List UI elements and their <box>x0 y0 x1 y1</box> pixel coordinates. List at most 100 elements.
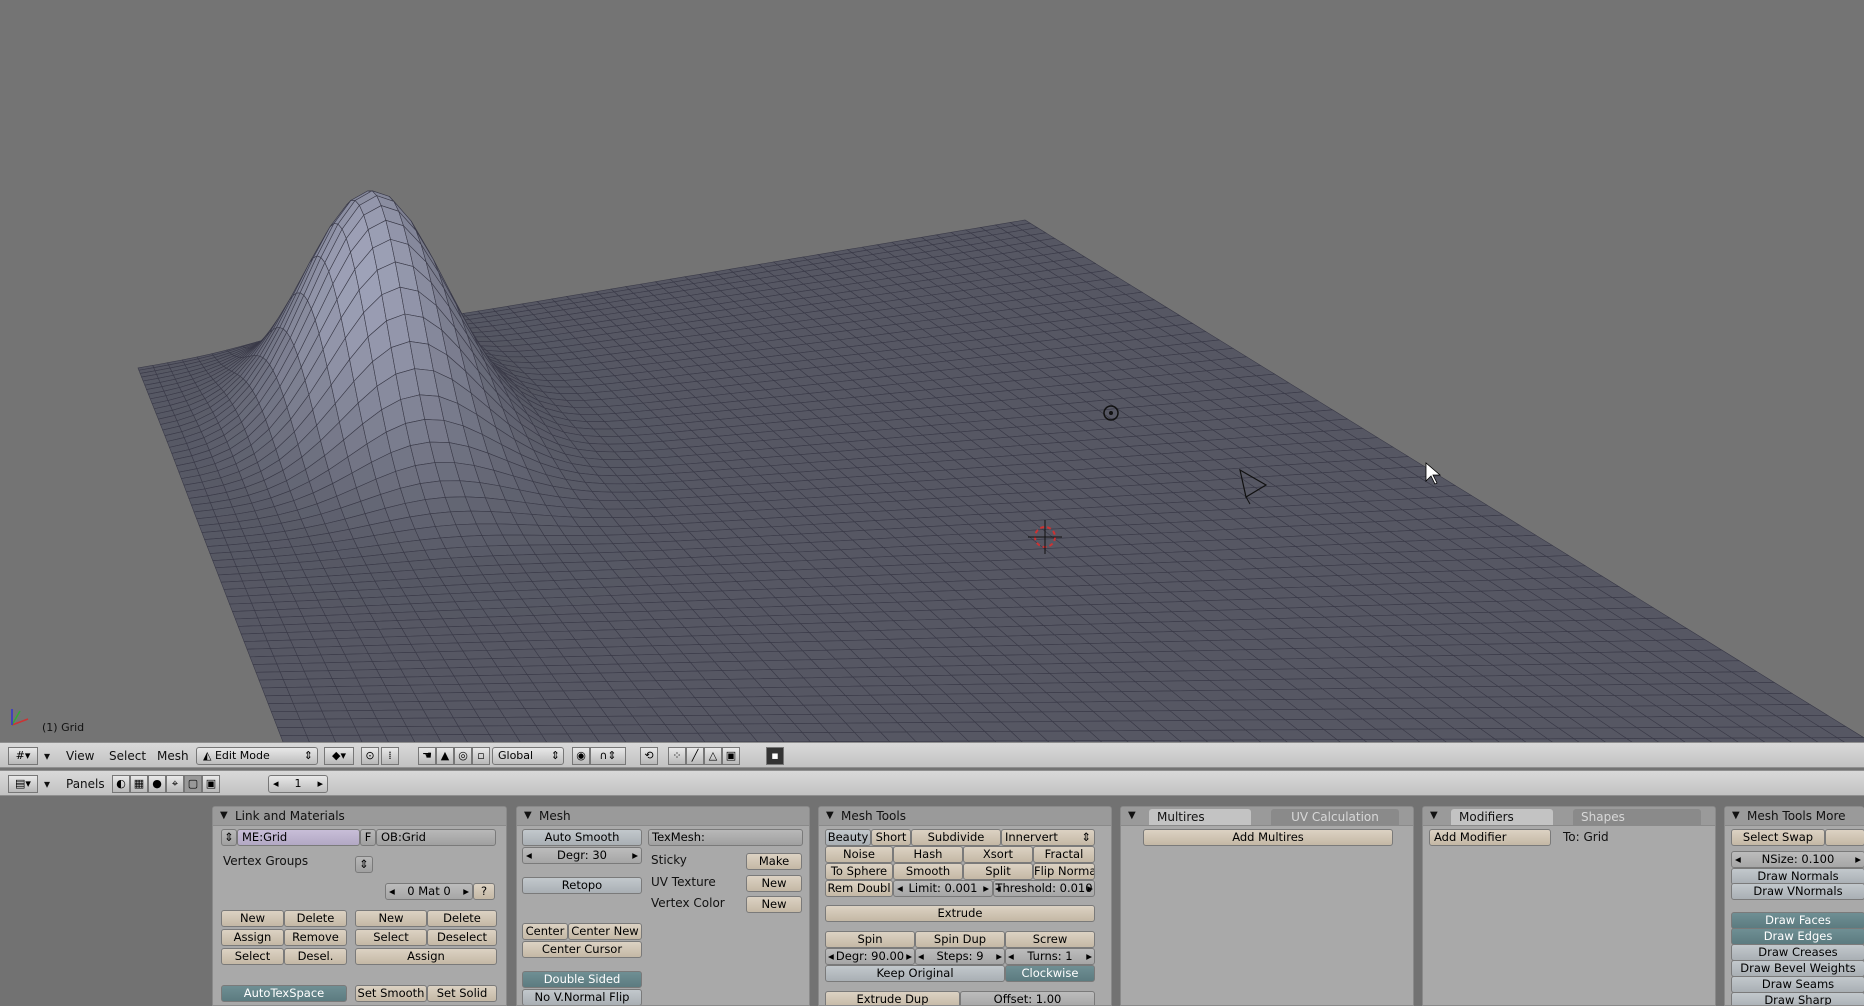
material-new-button[interactable]: New <box>355 910 427 927</box>
auto-smooth-toggle[interactable]: Auto Smooth <box>522 829 642 846</box>
collapse-triangle-icon[interactable]: ▼ <box>1732 807 1740 825</box>
set-solid-button[interactable]: Set Solid <box>427 985 497 1002</box>
render-icon[interactable]: ▪ <box>766 747 784 765</box>
collapse-triangle-icon[interactable]: ▼ <box>524 807 532 825</box>
rem-doubles-button[interactable]: Rem Doubl <box>825 880 893 897</box>
draw-bevel-weights-toggle[interactable]: Draw Bevel Weights <box>1731 960 1864 977</box>
vgroup-deselect-button[interactable]: Desel. <box>284 948 347 965</box>
scale-icon[interactable]: ▫ <box>472 747 490 765</box>
mesh-browse-icon[interactable]: ⇕ <box>221 829 237 846</box>
select-swap-button[interactable]: Select Swap <box>1731 829 1825 846</box>
to-sphere-button[interactable]: To Sphere <box>825 863 893 880</box>
uv-texture-new-button[interactable]: New <box>746 875 802 892</box>
fake-user-button[interactable]: F <box>360 829 376 846</box>
frame-number[interactable]: ◂1▸ <box>268 775 328 793</box>
collapse-triangle-icon[interactable]: ▼ <box>1430 807 1438 825</box>
snap-icon[interactable]: ⟲ <box>640 747 658 765</box>
tab-shapes[interactable]: Shapes <box>1573 809 1701 825</box>
vertex-group-browse-icon[interactable]: ⇕ <box>355 856 373 873</box>
tab-multires[interactable]: Multires <box>1149 809 1251 825</box>
vgroup-select-button[interactable]: Select <box>221 948 284 965</box>
center-cursor-button[interactable]: Center Cursor <box>522 941 642 958</box>
set-smooth-button[interactable]: Set Smooth <box>355 985 427 1002</box>
texmesh-field[interactable]: TexMesh: <box>648 829 803 846</box>
3d-viewport[interactable]: (1) Grid <box>0 0 1864 742</box>
double-sided-toggle[interactable]: Double Sided <box>522 971 642 988</box>
script-icon[interactable]: ▦ <box>130 775 148 793</box>
draw-faces-toggle[interactable]: Draw Faces <box>1731 912 1864 929</box>
material-delete-button[interactable]: Delete <box>427 910 497 927</box>
flip-normals-button[interactable]: Flip Normals <box>1033 863 1095 880</box>
add-modifier-menu[interactable]: Add Modifier <box>1429 829 1551 846</box>
draw-type-icon[interactable]: ◆▾ <box>324 747 354 765</box>
vertex-select-icon[interactable]: ⁘ <box>668 747 686 765</box>
add-multires-button[interactable]: Add Multires <box>1143 829 1393 846</box>
steps-field[interactable]: ◂Steps: 9▸ <box>915 948 1005 965</box>
draw-sharp-toggle[interactable]: Draw Sharp <box>1731 992 1864 1006</box>
menu-mesh[interactable]: Mesh <box>157 749 189 763</box>
view-rotate-icon[interactable]: ⊙ <box>361 747 379 765</box>
hand-manipulator-icon[interactable]: ☚ <box>418 747 436 765</box>
proportional-edit-icon[interactable]: ◉ <box>572 747 590 765</box>
draw-seams-toggle[interactable]: Draw Seams <box>1731 976 1864 993</box>
turns-field[interactable]: ◂Turns: 1▸ <box>1005 948 1095 965</box>
tab-uv-calculation[interactable]: UV Calculation <box>1271 809 1399 825</box>
draw-vnormals-toggle[interactable]: Draw VNormals <box>1731 883 1864 900</box>
mesh-name-field[interactable]: ME:Grid <box>237 829 360 846</box>
split-button[interactable]: Split <box>963 863 1033 880</box>
fractal-button[interactable]: Fractal <box>1033 846 1095 863</box>
material-assign-button[interactable]: Assign <box>355 948 497 965</box>
clockwise-toggle[interactable]: Clockwise <box>1005 965 1095 982</box>
scene-icon[interactable]: ▣ <box>202 775 220 793</box>
editor-type-icon[interactable]: #▾ <box>8 747 38 765</box>
material-select-button[interactable]: Select <box>355 929 427 946</box>
xsort-button[interactable]: Xsort <box>963 846 1033 863</box>
orientation-select[interactable]: Global⇕ <box>492 747 564 765</box>
mode-select[interactable]: ◭ Edit Mode⇕ <box>196 747 318 765</box>
subdivide-button[interactable]: Subdivide <box>911 829 1001 846</box>
limit-field[interactable]: ◂Limit: 0.001▸ <box>893 880 993 897</box>
help-button[interactable]: ? <box>473 883 495 900</box>
smooth-button[interactable]: Smooth <box>893 863 963 880</box>
shading-icon[interactable]: ● <box>148 775 166 793</box>
collapse-triangle-icon[interactable]: ▼ <box>1128 807 1136 825</box>
menu-view[interactable]: View <box>66 749 94 763</box>
vgroup-new-button[interactable]: New <box>221 910 284 927</box>
hide-button[interactable] <box>1825 829 1864 846</box>
collapse-icon[interactable]: ▾ <box>44 777 50 791</box>
spin-degree-field[interactable]: ◂Degr: 90.00▸ <box>825 948 915 965</box>
logic-icon[interactable]: ◐ <box>112 775 130 793</box>
face-select-icon[interactable]: △ <box>704 747 722 765</box>
draw-creases-toggle[interactable]: Draw Creases <box>1731 944 1864 961</box>
falloff-icon[interactable]: ∩⇕ <box>590 747 626 765</box>
center-button[interactable]: Center <box>522 923 568 940</box>
auto-smooth-degree-field[interactable]: ◂Degr: 30▸ <box>522 847 642 864</box>
collapse-menu-icon[interactable]: ▾ <box>44 749 50 763</box>
autotexspace-toggle[interactable]: AutoTexSpace <box>221 985 347 1002</box>
vertex-color-new-button[interactable]: New <box>746 896 802 913</box>
collapse-triangle-icon[interactable]: ▼ <box>220 807 228 825</box>
no-v-normal-flip-toggle[interactable]: No V.Normal Flip <box>522 989 642 1006</box>
extrude-button[interactable]: Extrude <box>825 905 1095 922</box>
translate-icon[interactable]: ▲ <box>436 747 454 765</box>
edge-select-icon[interactable]: ╱ <box>686 747 704 765</box>
offset-field[interactable]: Offset: 1.00 <box>960 991 1095 1006</box>
collapse-triangle-icon[interactable]: ▼ <box>826 807 834 825</box>
threshold-field[interactable]: ◂Threshold: 0.010▸ <box>993 880 1095 897</box>
pivot-icon[interactable]: ⁞ <box>381 747 399 765</box>
editing-icon[interactable]: ▢ <box>184 775 202 793</box>
spin-dup-button[interactable]: Spin Dup <box>915 931 1005 948</box>
center-new-button[interactable]: Center New <box>568 923 642 940</box>
screw-button[interactable]: Screw <box>1005 931 1095 948</box>
tab-modifiers[interactable]: Modifiers <box>1451 809 1553 825</box>
retopo-toggle[interactable]: Retopo <box>522 877 642 894</box>
hash-button[interactable]: Hash <box>893 846 963 863</box>
occlude-icon[interactable]: ▣ <box>722 747 740 765</box>
beauty-toggle[interactable]: Beauty <box>825 829 871 846</box>
short-toggle[interactable]: Short <box>871 829 911 846</box>
vgroup-assign-button[interactable]: Assign <box>221 929 284 946</box>
material-deselect-button[interactable]: Deselect <box>427 929 497 946</box>
spin-button[interactable]: Spin <box>825 931 915 948</box>
draw-edges-toggle[interactable]: Draw Edges <box>1731 928 1864 945</box>
keep-original-toggle[interactable]: Keep Original <box>825 965 1005 982</box>
